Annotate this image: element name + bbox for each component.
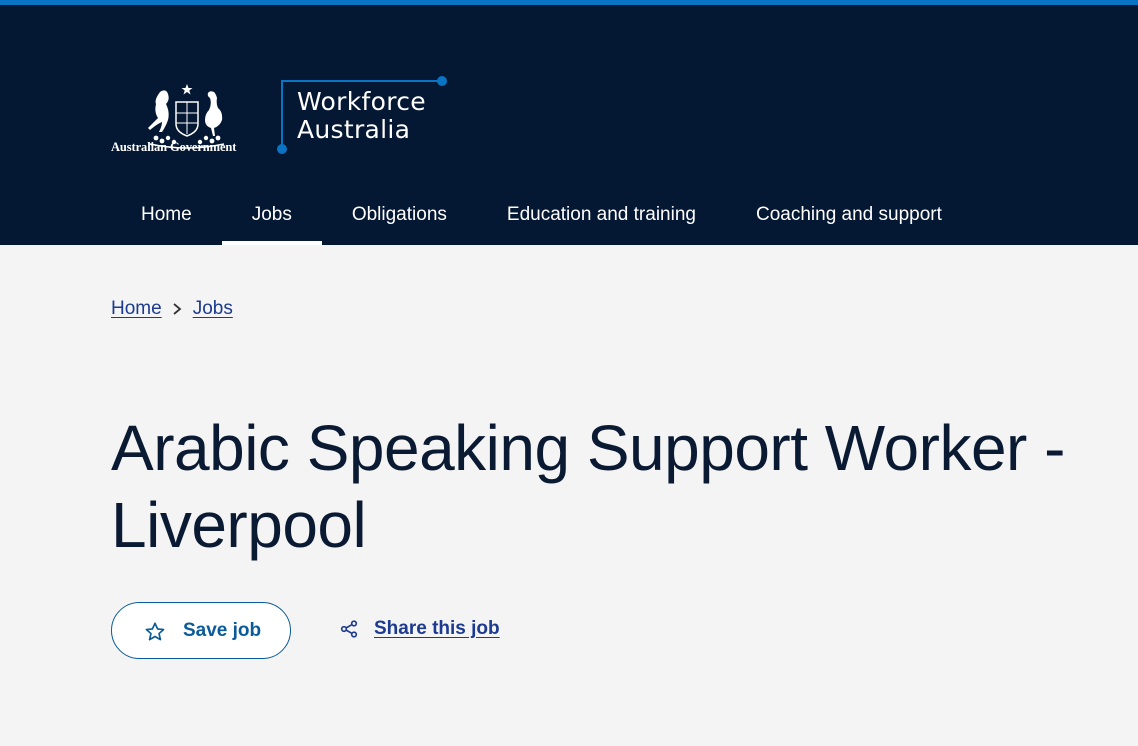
brand-name-line2: Australia <box>297 115 411 144</box>
save-job-label: Save job <box>183 620 262 641</box>
site-header: Australian Government Workforce Australi… <box>0 5 1138 245</box>
nav-item-obligations[interactable]: Obligations <box>322 185 477 245</box>
main-nav: Home Jobs Obligations Education and trai… <box>111 185 972 245</box>
share-icon <box>340 620 358 638</box>
share-job-link[interactable]: Share this job <box>340 618 500 640</box>
nav-item-coaching-and-support[interactable]: Coaching and support <box>726 185 972 245</box>
nav-item-jobs[interactable]: Jobs <box>221 185 322 245</box>
nav-item-home[interactable]: Home <box>111 185 222 245</box>
government-name: Australian Government <box>111 140 237 154</box>
save-job-button[interactable]: Save job <box>111 602 291 659</box>
page-title: Arabic Speaking Support Worker - Liverpo… <box>111 412 1065 561</box>
chevron-right-icon <box>173 303 182 315</box>
brand-name: Workforce Australia <box>297 88 426 144</box>
star-outline-icon <box>145 622 165 641</box>
site-logo[interactable]: Australian Government Workforce Australi… <box>110 71 455 159</box>
breadcrumb-home-link[interactable]: Home <box>111 298 162 320</box>
nav-item-education-and-training[interactable]: Education and training <box>477 185 726 245</box>
brand-name-line1: Workforce <box>297 87 426 116</box>
breadcrumb-jobs-link[interactable]: Jobs <box>193 298 233 320</box>
share-job-label: Share this job <box>374 618 500 639</box>
breadcrumb: Home Jobs <box>111 298 233 320</box>
